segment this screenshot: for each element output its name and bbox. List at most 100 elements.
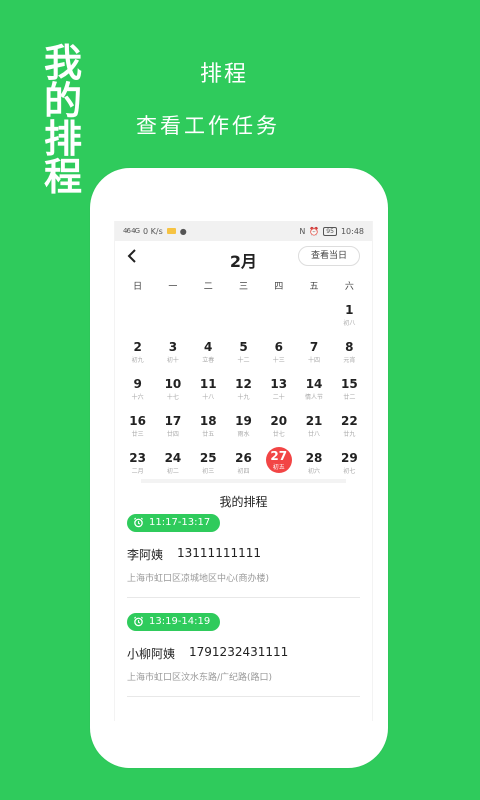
day-number: 24 xyxy=(164,451,182,465)
calendar-day[interactable]: 2 初九 xyxy=(120,334,155,371)
schedule-entry[interactable]: 13:19-14:19 小柳阿姨 1791232431111 上海市虹口区汶水东… xyxy=(115,612,372,683)
client-address: 上海市虹口区汶水东路/广纪路(路口) xyxy=(127,673,273,683)
calendar-day[interactable]: 12 十九 xyxy=(226,371,261,408)
time-pill: 13:19-14:19 xyxy=(127,612,221,631)
day-number: 22 xyxy=(340,414,358,428)
selected-day-marker: 27 初五 xyxy=(265,447,292,473)
promo-subheadline: 查看工作任务 xyxy=(136,114,280,138)
time-pill: 11:17-13:17 xyxy=(127,513,221,532)
lunar-date: 雨水 xyxy=(237,431,250,438)
weekday-label: 四 xyxy=(274,282,284,292)
calendar-day[interactable]: 9 十六 xyxy=(120,371,155,408)
lunar-date: 十八 xyxy=(202,394,215,401)
day-number: 27 xyxy=(270,448,288,463)
weekday-header: 日一二三四五六 xyxy=(115,279,372,297)
calendar-day[interactable]: 4 立春 xyxy=(191,334,226,371)
calendar-empty-cell xyxy=(155,297,190,334)
entry-divider xyxy=(127,696,360,697)
alarm-icon: ⏰ xyxy=(309,226,320,236)
lunar-date: 十六 xyxy=(131,394,144,401)
calendar-day[interactable]: 29 初七 xyxy=(332,445,367,482)
lunar-date: 廿三 xyxy=(131,431,144,438)
battery-icon: 95 xyxy=(323,226,337,236)
day-number: 11 xyxy=(199,377,217,391)
day-number: 8 xyxy=(345,340,354,354)
lunar-date: 廿五 xyxy=(202,431,215,438)
calendar-header: 2月 查看当日 xyxy=(115,241,372,273)
lunar-date: 十二 xyxy=(237,357,250,364)
lunar-date: 情人节 xyxy=(305,394,324,401)
calendar-day[interactable]: 28 初六 xyxy=(296,445,331,482)
weekday-label: 六 xyxy=(344,282,354,292)
lunar-date: 初三 xyxy=(202,468,215,475)
day-number: 14 xyxy=(305,377,323,391)
client-phone[interactable]: 13111111111 xyxy=(177,546,261,563)
calendar-day[interactable]: 27 初五 xyxy=(261,445,296,482)
lunar-date: 初九 xyxy=(131,357,144,364)
day-number: 5 xyxy=(239,340,248,354)
weekday-label: 日 xyxy=(133,282,143,292)
day-number: 25 xyxy=(199,451,217,465)
day-number: 26 xyxy=(235,451,252,465)
day-number: 13 xyxy=(270,377,288,391)
lunar-date: 初二 xyxy=(166,468,179,475)
notification-icon xyxy=(166,228,176,234)
schedule-entry[interactable]: 11:17-13:17 李阿姨 13111111111 上海市虹口区凉城地区中心… xyxy=(115,513,372,584)
calendar-empty-cell xyxy=(261,297,296,334)
promo-headline: 排程 xyxy=(199,62,248,87)
status-bar: 46 4G 0 K/s ● N ⏰ 95 10:48 xyxy=(115,221,372,241)
calendar-day[interactable]: 24 初二 xyxy=(155,445,190,482)
day-number: 12 xyxy=(235,377,252,391)
lunar-date: 初十 xyxy=(166,357,179,364)
client-phone[interactable]: 1791232431111 xyxy=(189,645,288,662)
day-number: 2 xyxy=(133,340,142,354)
day-number: 7 xyxy=(309,340,319,354)
day-number: 19 xyxy=(235,414,252,428)
calendar-day[interactable]: 14 情人节 xyxy=(296,371,331,408)
phone-screen: 46 4G 0 K/s ● N ⏰ 95 10:48 2月 查看当日 日一二三四… xyxy=(114,221,373,721)
calendar-empty-cell xyxy=(191,297,226,334)
schedule-title: 我的排程 xyxy=(219,495,268,509)
nfc-icon: N xyxy=(299,226,306,236)
calendar-day[interactable]: 5 十二 xyxy=(226,334,261,371)
calendar-day[interactable]: 22 廿九 xyxy=(332,408,367,445)
calendar-day[interactable]: 11 十八 xyxy=(191,371,226,408)
day-number: 4 xyxy=(204,340,213,354)
view-today-button[interactable]: 查看当日 xyxy=(297,246,360,266)
calendar-day[interactable]: 19 雨水 xyxy=(226,408,261,445)
calendar-day[interactable]: 6 十三 xyxy=(261,334,296,371)
day-number: 16 xyxy=(129,414,146,428)
calendar-day[interactable]: 17 廿四 xyxy=(155,408,190,445)
lunar-date: 廿二 xyxy=(343,394,356,401)
alarm-clock-icon xyxy=(134,517,143,528)
calendar-day[interactable]: 1 初八 xyxy=(332,297,367,334)
calendar-day[interactable]: 3 初十 xyxy=(155,334,190,371)
day-number: 17 xyxy=(164,414,182,428)
alarm-clock-icon xyxy=(134,616,143,627)
calendar-day[interactable]: 15 廿二 xyxy=(332,371,367,408)
day-number: 3 xyxy=(168,340,178,354)
client-name: 小柳阿姨 xyxy=(127,647,176,661)
lunar-date: 初四 xyxy=(237,468,250,475)
calendar-day[interactable]: 20 廿七 xyxy=(261,408,296,445)
day-number: 9 xyxy=(133,377,142,391)
weekday-label: 五 xyxy=(309,282,319,292)
calendar-day[interactable]: 25 初三 xyxy=(191,445,226,482)
calendar-day[interactable]: 23 二月 xyxy=(120,445,155,482)
calendar-day[interactable]: 13 二十 xyxy=(261,371,296,408)
calendar-day[interactable]: 18 廿五 xyxy=(191,408,226,445)
lunar-date: 廿九 xyxy=(343,431,356,438)
time-range: 13:19-14:19 xyxy=(149,616,211,627)
calendar-day[interactable]: 16 廿三 xyxy=(120,408,155,445)
day-number: 6 xyxy=(274,340,283,354)
day-number: 21 xyxy=(305,414,323,428)
calendar-day[interactable]: 26 初四 xyxy=(226,445,261,482)
calendar-day[interactable]: 10 十七 xyxy=(155,371,190,408)
lunar-date: 廿八 xyxy=(308,431,321,438)
lunar-date: 二十 xyxy=(272,394,285,401)
calendar-day[interactable]: 21 廿八 xyxy=(296,408,331,445)
calendar-day[interactable]: 7 十四 xyxy=(296,334,331,371)
calendar-empty-cell xyxy=(296,297,331,334)
calendar-day[interactable]: 8 元宵 xyxy=(332,334,367,371)
weekday-label: 三 xyxy=(238,282,248,292)
